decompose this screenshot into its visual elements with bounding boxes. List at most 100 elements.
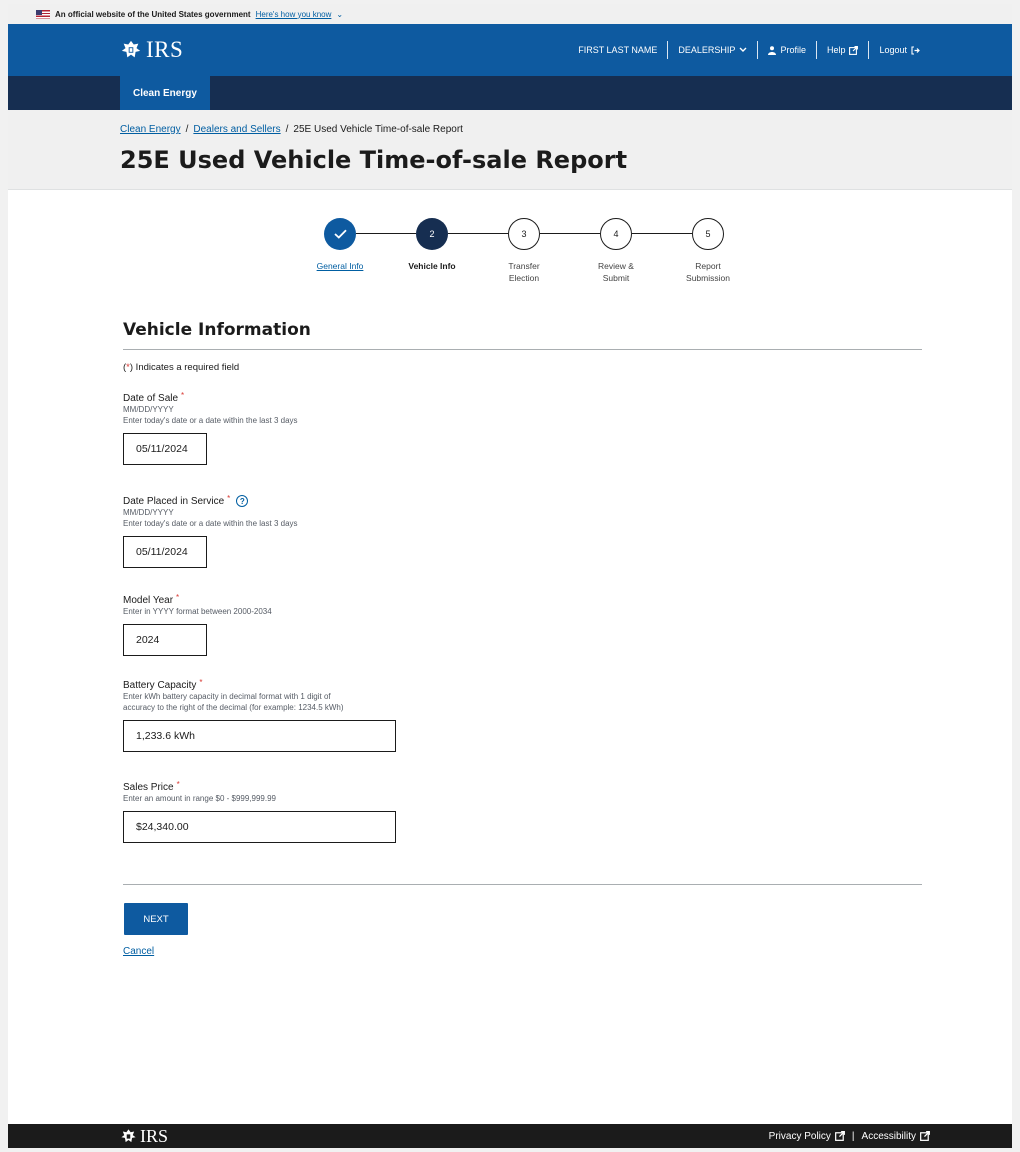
sales-price-label: Sales Price * — [123, 780, 396, 793]
footer-irs-logo[interactable]: IRS — [120, 1126, 168, 1147]
step-4-line2: Submit — [602, 273, 630, 283]
accessibility-link[interactable]: Accessibility — [862, 1131, 916, 1142]
step-number: 2 — [429, 229, 435, 239]
step-1-link[interactable]: General Info — [317, 261, 364, 271]
irs-eagle-icon — [121, 40, 141, 58]
required-marker: * — [181, 391, 185, 400]
external-link-icon — [849, 45, 859, 55]
battery-capacity-label: Battery Capacity * — [123, 678, 396, 691]
battery-capacity-input[interactable]: 1,233.6 kWh — [123, 720, 396, 752]
progress-stepper: 2 3 4 5 General Info Vehicle Info Transf… — [8, 216, 1012, 296]
label-text: Battery Capacity — [123, 680, 197, 691]
step-4-circle: 4 — [600, 218, 632, 250]
irs-eagle-icon — [121, 1128, 136, 1142]
step-3-label: Transfer Election — [479, 260, 569, 284]
profile-link[interactable]: Profile — [758, 45, 816, 55]
dealership-menu[interactable]: DEALERSHIP — [668, 45, 757, 55]
footer-logo-text: IRS — [140, 1125, 169, 1146]
person-icon — [768, 45, 777, 55]
step-5-line2: Submission — [686, 273, 730, 283]
sales-price-hint: Enter an amount in range $0 - $999,999.9… — [123, 794, 276, 803]
footer-links: Privacy Policy | Accessibility — [769, 1131, 930, 1142]
logo-text: IRS — [146, 37, 184, 62]
step-connector — [448, 233, 508, 234]
section-divider — [123, 349, 922, 350]
external-link-icon — [920, 1131, 930, 1141]
step-2-text: Vehicle Info — [408, 261, 456, 271]
step-5-line1: Report — [695, 261, 721, 271]
page-title: 25E Used Vehicle Time-of-sale Report — [120, 146, 628, 174]
step-number: 3 — [521, 229, 527, 239]
checkmark-icon — [333, 229, 347, 239]
sales-price-field: Sales Price * Enter an amount in range $0… — [123, 780, 396, 843]
form-divider — [123, 884, 922, 885]
help-link[interactable]: Help — [817, 45, 869, 55]
step-number: 5 — [705, 229, 711, 239]
sales-price-input[interactable]: $24,340.00 — [123, 811, 396, 843]
logout-icon — [911, 45, 920, 55]
tab-clean-energy[interactable]: Clean Energy — [120, 76, 210, 110]
breadcrumb-separator: / — [285, 124, 289, 135]
chevron-down-icon — [739, 47, 747, 52]
page-header: Clean Energy / Dealers and Sellers / 25E… — [8, 110, 1012, 190]
label-text: Model Year — [123, 595, 174, 606]
date-in-service-field: Date Placed in Service *? MM/DD/YYYY Ente… — [123, 493, 298, 568]
nav-divider — [815, 41, 817, 59]
step-connector — [356, 233, 416, 234]
model-year-hint: Enter in YYYY format between 2000-2034 — [123, 607, 272, 616]
footer-separator: | — [851, 1130, 855, 1142]
step-1-circle[interactable] — [324, 218, 356, 250]
step-5-circle: 5 — [692, 218, 724, 250]
battery-hint-line2: accuracy to the right of the decimal (fo… — [123, 703, 344, 712]
breadcrumb-separator: / — [185, 124, 189, 135]
external-link-icon — [834, 1131, 845, 1141]
date-format-hint: MM/DD/YYYY — [123, 405, 174, 414]
nav-divider — [757, 41, 759, 59]
label-text: Sales Price — [123, 782, 174, 793]
model-year-input[interactable]: 2024 — [123, 624, 207, 656]
next-button[interactable]: NEXT — [124, 903, 188, 935]
battery-capacity-field: Battery Capacity * Enter kWh battery capa… — [123, 678, 396, 752]
logout-link[interactable]: Logout — [869, 45, 930, 55]
us-flag-icon — [36, 9, 50, 19]
required-marker: * — [199, 678, 203, 687]
nav-divider — [667, 41, 669, 59]
required-note: (*) Indicates a required field — [123, 362, 923, 373]
breadcrumb-clean-energy[interactable]: Clean Energy — [120, 124, 181, 135]
cancel-link[interactable]: Cancel — [123, 946, 154, 957]
step-3-line2: Election — [508, 273, 540, 283]
help-circle-icon[interactable]: ? — [236, 495, 249, 507]
model-year-field: Model Year * Enter in YYYY format between… — [123, 593, 272, 656]
step-4-label: Review & Submit — [571, 260, 661, 284]
date-format-hint: MM/DD/YYYY — [123, 508, 174, 517]
chevron-down-icon[interactable]: ⌄ — [336, 10, 343, 19]
step-3-circle: 3 — [508, 218, 540, 250]
how-you-know-link[interactable]: Here's how you know — [256, 10, 332, 19]
model-year-label: Model Year * — [123, 593, 272, 606]
date-range-hint: Enter today's date or a date within the … — [123, 416, 298, 425]
date-of-sale-label: Date of Sale * — [123, 391, 298, 404]
required-note-text: ) Indicates a required field — [129, 362, 240, 373]
label-text: Date Placed in Service — [123, 495, 225, 507]
secondary-nav: Clean Energy — [8, 76, 1012, 110]
nav-divider — [868, 41, 870, 59]
battery-hint-line1: Enter kWh battery capacity in decimal fo… — [123, 692, 331, 701]
breadcrumb-dealers-sellers[interactable]: Dealers and Sellers — [193, 124, 280, 135]
help-label: Help — [826, 45, 846, 55]
privacy-policy-link[interactable]: Privacy Policy — [769, 1131, 831, 1142]
logout-label: Logout — [879, 45, 907, 55]
date-of-sale-input[interactable]: 05/11/2024 — [123, 433, 207, 465]
header-nav: FIRST LAST NAME DEALERSHIP Profile Help … — [568, 41, 930, 59]
irs-logo[interactable]: IRS — [120, 37, 183, 63]
date-in-service-input[interactable]: 05/11/2024 — [123, 536, 207, 568]
step-2-label: Vehicle Info — [387, 260, 477, 272]
step-1-label[interactable]: General Info — [295, 260, 385, 272]
page: An official website of the United States… — [8, 4, 1012, 1148]
vehicle-info-form: Vehicle Information (*) Indicates a requ… — [123, 320, 923, 843]
step-5-label: Report Submission — [663, 260, 753, 284]
profile-label: Profile — [780, 45, 806, 55]
required-marker: * — [227, 493, 231, 503]
step-4-line1: Review & — [598, 261, 634, 271]
required-marker: * — [176, 780, 180, 789]
required-marker: * — [176, 593, 180, 602]
